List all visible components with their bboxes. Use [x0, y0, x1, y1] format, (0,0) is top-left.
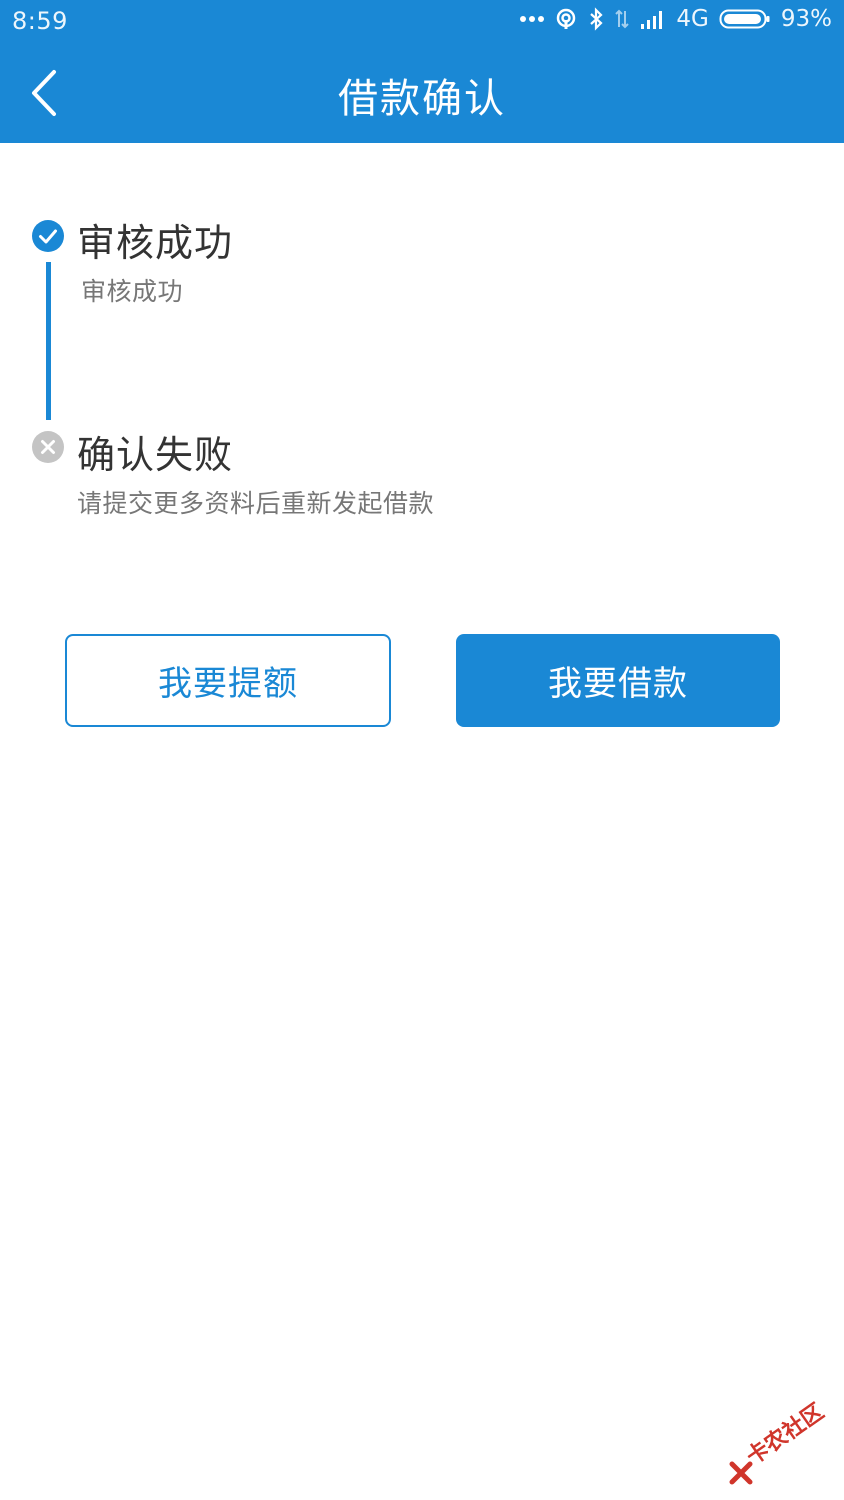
- watermark-text: 卡农社区: [742, 1399, 829, 1471]
- more-dots-icon: [520, 15, 545, 23]
- borrow-button[interactable]: 我要借款: [456, 634, 780, 727]
- page-title: 借款确认: [338, 76, 506, 122]
- step-desc-approved: 审核成功: [81, 277, 184, 306]
- bluetooth-icon: [588, 7, 604, 31]
- watermark-logo: 卡农社区: [726, 1399, 836, 1488]
- step-desc-failed: 请提交更多资料后重新发起借款: [77, 489, 435, 518]
- status-icons: 4G 93%: [520, 6, 832, 32]
- step-title-approved: 审核成功: [77, 221, 234, 265]
- nav-bar: 借款确认: [0, 44, 844, 143]
- battery-level: 93%: [780, 6, 832, 32]
- battery-icon: [719, 8, 771, 30]
- status-time: 8:59: [12, 7, 68, 35]
- network-type: 4G: [676, 6, 709, 32]
- timeline-connector: [46, 262, 51, 420]
- signal-icon: [640, 8, 666, 30]
- hotspot-icon: [554, 7, 578, 31]
- check-circle-icon: [32, 220, 64, 252]
- app-header: 8:59 4G 93% 借款确认: [0, 0, 844, 143]
- status-bar: 8:59 4G 93%: [0, 0, 844, 44]
- step-title-failed: 确认失败: [77, 433, 234, 477]
- raise-limit-button[interactable]: 我要提额: [65, 634, 391, 727]
- close-circle-icon: [32, 431, 64, 463]
- data-transfer-icon: [614, 7, 630, 31]
